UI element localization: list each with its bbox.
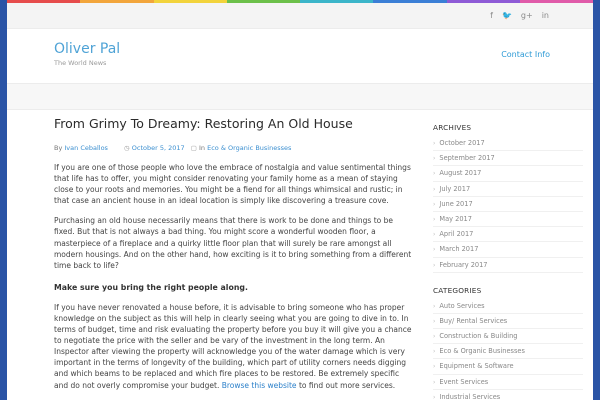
category-item-label: Event Services (439, 377, 489, 386)
arrow-icon: › (433, 200, 436, 208)
in-label: In (198, 144, 206, 152)
category-item[interactable]: › Equipment & Software (433, 359, 583, 375)
paragraph-2: Purchasing an old house necessarily mean… (54, 216, 412, 270)
arrow-icon: › (433, 363, 436, 371)
arrow-icon: › (433, 393, 436, 400)
category-item-label: Auto Services (439, 301, 485, 310)
post-title[interactable]: From Grimy To Dreamy: Restoring An Old H… (54, 116, 414, 132)
archive-item[interactable]: › June 2017 (433, 197, 583, 212)
clock-icon: ◷ (124, 144, 130, 152)
arrow-icon: › (433, 378, 436, 386)
subheading: Make sure you bring the right people alo… (54, 282, 248, 292)
arrow-icon: › (433, 140, 436, 147)
arrow-icon: › (433, 302, 436, 310)
category-item-label: Equipment & Software (439, 362, 514, 371)
category-item-label: Buy/ Rental Services (439, 316, 508, 325)
category-item[interactable]: › Industrial Services (433, 390, 583, 400)
archive-item-label: October 2017 (439, 139, 485, 147)
page-frame: f 🐦 g+ in Oliver Pal The World News Cont… (7, 0, 593, 400)
paragraph-3-tail: to find out more services. (298, 380, 396, 390)
category-item[interactable]: › Auto Services (433, 299, 583, 314)
paragraph-3: If you have never renovated a house befo… (54, 302, 414, 391)
arrow-icon: › (433, 317, 436, 325)
arrow-icon: › (433, 215, 436, 223)
arrow-icon: › (433, 155, 436, 163)
archive-item-label: September 2017 (439, 154, 495, 163)
facebook-icon[interactable]: f (490, 11, 493, 21)
social-links: f 🐦 g+ in (490, 11, 549, 21)
author-link[interactable]: Ivan Ceballos (64, 144, 108, 152)
archive-item-label: February 2017 (439, 260, 488, 269)
archive-item[interactable]: › September 2017 (433, 151, 583, 167)
by-label: By (54, 144, 63, 152)
post-meta: By Ivan Ceballos ◷ October 5, 2017 ▢ In … (54, 143, 414, 153)
category-item[interactable]: › Buy/ Rental Services (433, 314, 583, 330)
site-title[interactable]: Oliver Pal (54, 41, 120, 57)
archive-item[interactable]: › March 2017 (433, 242, 583, 258)
site-tagline: The World News (54, 59, 107, 67)
category-item[interactable]: › Eco & Organic Businesses (433, 344, 583, 360)
top-bar: f 🐦 g+ in (7, 3, 593, 29)
nav-bar (7, 84, 593, 110)
archive-item[interactable]: › February 2017 (433, 258, 583, 273)
arrow-icon: › (433, 333, 436, 341)
sidebar: ARCHIVES › October 2017 › September 2017 › Au… (433, 123, 583, 400)
arrow-icon: › (433, 246, 436, 254)
category-link[interactable]: Eco & Organic Businesses (207, 144, 291, 152)
archive-item[interactable]: › July 2017 (433, 182, 583, 197)
browse-website-link[interactable]: Browse this website (222, 381, 297, 390)
archive-item-label: July 2017 (439, 184, 471, 193)
archive-item[interactable]: › April 2017 (433, 227, 583, 243)
date-link[interactable]: October 5, 2017 (132, 144, 185, 152)
paragraph-3-text: If you have never renovated a house befo… (54, 302, 412, 390)
post-content: From Grimy To Dreamy: Restoring An Old H… (54, 116, 414, 391)
arrow-icon: › (433, 261, 436, 269)
archives-list: › October 2017 › September 2017 › August 2017… (433, 136, 583, 273)
archive-item[interactable]: › August 2017 (433, 166, 583, 182)
category-item-label: Industrial Services (439, 392, 501, 400)
nav-contact-info[interactable]: Contact Info (501, 50, 550, 59)
archive-item-label: March 2017 (439, 245, 479, 254)
archive-item[interactable]: › October 2017 (433, 136, 583, 152)
categories-title: CATEGORIES (433, 285, 482, 295)
archive-item-label: April 2017 (439, 230, 474, 239)
paragraph-1: If you are one of those people who love … (54, 163, 411, 206)
archive-item-label: June 2017 (439, 199, 473, 208)
archives-title: ARCHIVES (433, 123, 472, 132)
folder-icon: ▢ (190, 144, 197, 152)
archive-item-label: August 2017 (439, 169, 482, 178)
categories-list: › Auto Services › Buy/ Rental Services › Cons… (433, 299, 583, 400)
category-item[interactable]: › Event Services (433, 375, 583, 390)
category-item[interactable]: › Construction & Building (433, 329, 583, 345)
site-header: Oliver Pal The World News Contact Info (7, 29, 593, 84)
arrow-icon: › (433, 348, 436, 356)
archive-item-label: May 2017 (439, 214, 472, 223)
arrow-icon: › (433, 231, 436, 239)
linkedin-icon[interactable]: in (542, 11, 549, 21)
arrow-icon: › (433, 170, 436, 178)
category-item-label: Eco & Organic Businesses (439, 347, 525, 356)
twitter-icon[interactable]: 🐦 (502, 11, 512, 21)
google-plus-icon[interactable]: g+ (521, 11, 533, 21)
arrow-icon: › (433, 185, 436, 193)
archive-item[interactable]: › May 2017 (433, 212, 583, 228)
category-item-label: Construction & Building (439, 332, 518, 341)
